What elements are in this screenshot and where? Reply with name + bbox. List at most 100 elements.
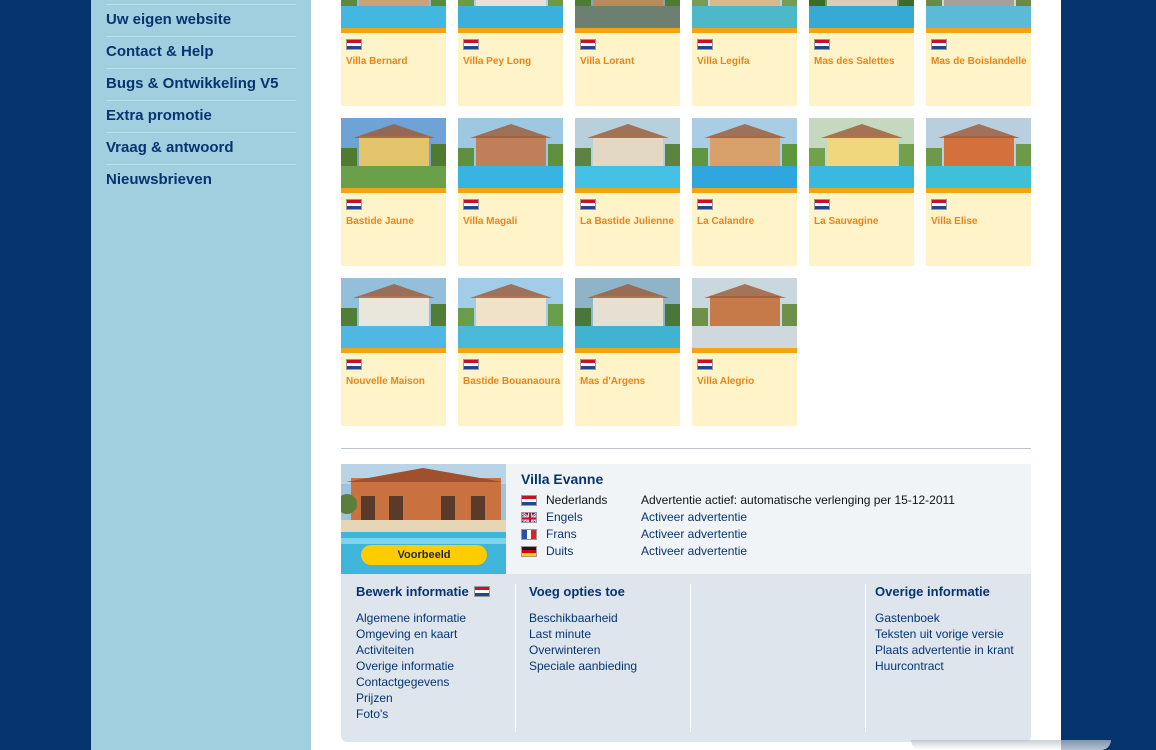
edit-link-prices[interactable]: Prijzen [356, 691, 393, 705]
villa-photo[interactable] [692, 0, 797, 28]
preview-button[interactable]: Voorbeeld [361, 545, 487, 565]
villa-card[interactable]: Bastide Bouanaoura [458, 278, 563, 426]
uk-flag-icon [521, 512, 537, 523]
villa-name-link[interactable]: Bastide Bouanaoura [463, 376, 560, 387]
villa-name-link[interactable]: Villa Magali [463, 216, 517, 227]
villa-card[interactable]: La Calandre [692, 118, 797, 266]
edit-link-general[interactable]: Algemene informatie [356, 611, 466, 625]
nl-flag-icon [346, 39, 362, 50]
villa-card[interactable]: Villa Bernard [341, 0, 446, 106]
villa-photo[interactable] [341, 278, 446, 348]
activate-ad-fr-link[interactable]: Activeer advertentie [641, 527, 747, 541]
villa-name-link[interactable]: La Calandre [697, 216, 754, 227]
villa-name-link[interactable]: Villa Legifa [697, 56, 750, 67]
villa-photo[interactable] [692, 118, 797, 188]
villa-card-bar [809, 188, 914, 193]
language-link-de[interactable]: Duits [546, 544, 573, 558]
sidebar-item-promotie[interactable]: Extra promotie [106, 100, 296, 132]
villa-photo[interactable] [575, 278, 680, 348]
villa-photo[interactable] [692, 278, 797, 348]
villa-card[interactable]: La Sauvagine [809, 118, 914, 266]
options-column: Voeg opties toe Beschikbaarheid Last min… [529, 574, 684, 732]
nl-flag-icon [463, 359, 479, 370]
other-link-rental-contract[interactable]: Huurcontract [875, 659, 944, 673]
villa-card[interactable]: Mas d'Argens [575, 278, 680, 426]
language-link-en[interactable]: Engels [546, 510, 583, 524]
villa-card-bar [926, 28, 1031, 33]
villa-name-link[interactable]: Mas d'Argens [580, 376, 645, 387]
option-link-winter[interactable]: Overwinteren [529, 643, 600, 657]
villa-card[interactable]: Villa Lorant [575, 0, 680, 106]
nl-flag-icon [346, 199, 362, 210]
option-link-availability[interactable]: Beschikbaarheid [529, 611, 618, 625]
villa-photo[interactable] [809, 0, 914, 28]
nl-flag-icon [521, 495, 537, 506]
de-flag-icon [521, 546, 537, 557]
edit-link-contact[interactable]: Contactgegevens [356, 675, 449, 689]
edit-link-activities[interactable]: Activiteiten [356, 643, 414, 657]
listing-photo[interactable]: Voorbeeld [341, 464, 506, 574]
villa-card-bar [692, 348, 797, 353]
villa-card[interactable]: Nouvelle Maison [341, 278, 446, 426]
activate-ad-de-link[interactable]: Activeer advertentie [641, 544, 747, 558]
villa-name-link[interactable]: Villa Pey Long [463, 56, 531, 67]
sidebar-item-nieuwsbrieven[interactable]: Nieuwsbrieven [106, 164, 296, 196]
nl-flag-icon [697, 39, 713, 50]
villa-photo[interactable] [341, 0, 446, 28]
nl-flag-icon [931, 199, 947, 210]
edit-link-surroundings[interactable]: Omgeving en kaart [356, 627, 457, 641]
villa-card[interactable]: Villa Elise [926, 118, 1031, 266]
villa-card[interactable]: Villa Legifa [692, 0, 797, 106]
sidebar-item-faq[interactable]: Vraag & antwoord [106, 132, 296, 164]
villa-photo[interactable] [575, 118, 680, 188]
other-link-newspaper[interactable]: Plaats advertentie in krant [875, 643, 1014, 657]
other-info-heading: Overige informatie [875, 584, 990, 599]
nl-flag-icon [931, 39, 947, 50]
language-link-fr[interactable]: Frans [546, 527, 577, 541]
villa-name-link[interactable]: Villa Bernard [346, 56, 408, 67]
activate-ad-en-link[interactable]: Activeer advertentie [641, 510, 747, 524]
other-link-old-texts[interactable]: Teksten uit vorige versie [875, 627, 1004, 641]
options-heading: Voeg opties toe [529, 584, 625, 599]
villa-card[interactable]: La Bastide Julienne [575, 118, 680, 266]
villa-card[interactable]: Villa Magali [458, 118, 563, 266]
villa-name-link[interactable]: Villa Lorant [580, 56, 634, 67]
villa-name-link[interactable]: La Sauvagine [814, 216, 878, 227]
villa-name-link[interactable]: Bastide Jaune [346, 216, 414, 227]
listing-header: Voorbeeld Villa Evanne Nederlands Advert… [341, 464, 1031, 574]
option-link-special-offer[interactable]: Speciale aanbieding [529, 659, 637, 673]
villa-card[interactable]: Villa Alegrio [692, 278, 797, 426]
other-link-guestbook[interactable]: Gastenboek [875, 611, 940, 625]
villa-name-link[interactable]: La Bastide Julienne [580, 216, 674, 227]
language-row-fr: Frans Activeer advertentie [521, 527, 1021, 544]
villa-name-link[interactable]: Mas de Boislandelle [931, 56, 1027, 67]
option-link-last-minute[interactable]: Last minute [529, 627, 591, 641]
villa-name-link[interactable]: Villa Elise [931, 216, 978, 227]
villa-card[interactable]: Mas de Boislandelle [926, 0, 1031, 106]
nl-flag-icon [697, 359, 713, 370]
other-info-column: Overige informatie Gastenboek Teksten ui… [875, 574, 1031, 732]
listing-panel: Voorbeeld Villa Evanne Nederlands Advert… [341, 464, 1031, 742]
villa-photo[interactable] [458, 118, 563, 188]
villa-card[interactable]: Bastide Jaune [341, 118, 446, 266]
villa-card-bar [692, 28, 797, 33]
villa-photo[interactable] [458, 278, 563, 348]
language-row-en: Engels Activeer advertentie [521, 510, 1021, 527]
sidebar-item-bugs[interactable]: Bugs & Ontwikkeling V5 [106, 68, 296, 100]
villa-photo[interactable] [341, 118, 446, 188]
nl-flag-icon [580, 359, 596, 370]
villa-card[interactable]: Mas des Salettes [809, 0, 914, 106]
sidebar-item-website[interactable]: Uw eigen website [106, 4, 296, 36]
villa-photo[interactable] [926, 0, 1031, 28]
sidebar-item-contact[interactable]: Contact & Help [106, 36, 296, 68]
villa-name-link[interactable]: Mas des Salettes [814, 56, 895, 67]
villa-photo[interactable] [809, 118, 914, 188]
villa-photo[interactable] [575, 0, 680, 28]
villa-photo[interactable] [458, 0, 563, 28]
villa-card[interactable]: Villa Pey Long [458, 0, 563, 106]
villa-name-link[interactable]: Nouvelle Maison [346, 376, 425, 387]
edit-link-other[interactable]: Overige informatie [356, 659, 454, 673]
villa-name-link[interactable]: Villa Alegrio [697, 376, 754, 387]
edit-link-photos[interactable]: Foto's [356, 707, 388, 721]
villa-photo[interactable] [926, 118, 1031, 188]
